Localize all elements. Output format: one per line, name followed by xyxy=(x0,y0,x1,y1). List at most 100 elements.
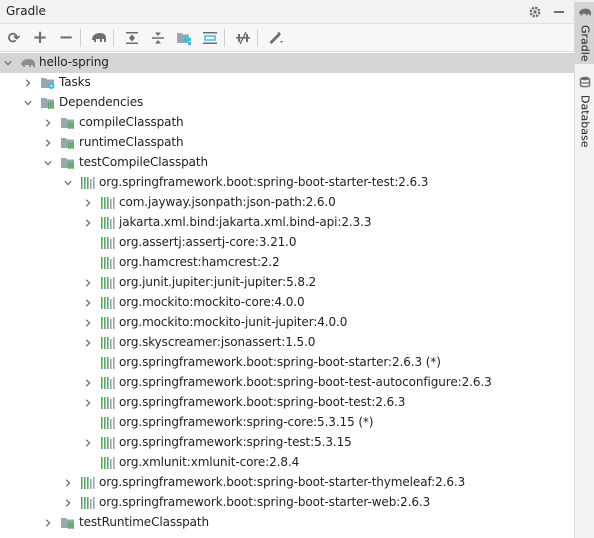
side-tab-gradle[interactable]: Gradle xyxy=(575,2,594,64)
tree-row[interactable]: hello-spring xyxy=(0,53,574,73)
analyze-dependencies-button[interactable] xyxy=(199,27,221,49)
chevron-right-icon[interactable] xyxy=(82,436,94,450)
tree-node-label: org.junit.jupiter:junit-jupiter:5.8.2 xyxy=(119,275,317,289)
configuration-icon xyxy=(60,136,76,150)
library-icon xyxy=(100,336,116,350)
collapse-all-button[interactable] xyxy=(147,27,169,49)
library-icon xyxy=(80,176,96,190)
library-icon xyxy=(100,376,116,390)
tree-row[interactable]: org.xmlunit:xmlunit-core:2.8.4 xyxy=(0,453,574,473)
tree-node-label: org.mockito:mockito-core:4.0.0 xyxy=(119,295,305,309)
chevron-right-icon[interactable] xyxy=(82,276,94,290)
library-icon xyxy=(100,436,116,450)
chevron-right-icon[interactable] xyxy=(82,196,94,210)
tree-row[interactable]: org.junit.jupiter:junit-jupiter:5.8.2 xyxy=(0,273,574,293)
chevron-right-icon[interactable] xyxy=(62,496,74,510)
elephant-icon xyxy=(90,31,108,45)
tree-node-label: org.springframework.boot:spring-boot-sta… xyxy=(99,175,429,189)
tree-node-label: org.hamcrest:hamcrest:2.2 xyxy=(119,255,280,269)
tree-row[interactable]: org.springframework.boot:spring-boot-tes… xyxy=(0,393,574,413)
gradle-tool-window-header: Gradle xyxy=(0,0,574,24)
tree-row[interactable]: Tasks xyxy=(0,73,574,93)
tree-row[interactable]: testCompileClasspath xyxy=(0,153,574,173)
tree-row[interactable]: org.mockito:mockito-junit-jupiter:4.0.0 xyxy=(0,313,574,333)
minus-icon: − xyxy=(58,27,74,48)
tree-node-label: org.xmlunit:xmlunit-core:2.8.4 xyxy=(119,455,300,469)
plus-icon: + xyxy=(32,27,48,48)
tree-row[interactable]: org.springframework.boot:spring-boot-sta… xyxy=(0,493,574,513)
chevron-right-icon[interactable] xyxy=(82,376,94,390)
library-icon xyxy=(100,356,116,370)
chevron-down-icon[interactable] xyxy=(62,176,74,190)
library-icon xyxy=(80,496,96,510)
library-icon xyxy=(100,296,116,310)
tree-row[interactable]: org.mockito:mockito-core:4.0.0 xyxy=(0,293,574,313)
toolbar-separator xyxy=(224,29,225,47)
tree-row[interactable]: org.springframework:spring-core:5.3.15 (… xyxy=(0,413,574,433)
toolbar-separator xyxy=(257,29,258,47)
tree-node-label: org.springframework:spring-test:5.3.15 xyxy=(119,435,352,449)
group-modules-button[interactable] xyxy=(173,27,195,49)
collapse-all-icon xyxy=(151,31,165,45)
dependencies-icon xyxy=(202,31,218,45)
chevron-down-icon[interactable] xyxy=(22,96,34,110)
tree-row[interactable]: org.springframework.boot:spring-boot-tes… xyxy=(0,373,574,393)
toggle-offline-mode-button[interactable] xyxy=(232,27,254,49)
remove-project-button[interactable]: − xyxy=(55,27,77,49)
elephant-icon xyxy=(578,6,592,21)
gradle-project-tree: hello-spring Tasks Dependencies compileClas… xyxy=(0,53,574,538)
tasks-folder-icon xyxy=(40,76,56,90)
tree-row[interactable]: org.springframework.boot:spring-boot-sta… xyxy=(0,473,574,493)
tree-node-label: testRuntimeClasspath xyxy=(79,515,210,529)
tree-row[interactable]: testRuntimeClasspath xyxy=(0,513,574,533)
tree-node-label: org.skyscreamer:jsonassert:1.5.0 xyxy=(119,335,316,349)
tree-row[interactable]: org.skyscreamer:jsonassert:1.5.0 xyxy=(0,333,574,353)
configuration-icon xyxy=(60,516,76,530)
tree-row[interactable]: org.assertj:assertj-core:3.21.0 xyxy=(0,233,574,253)
tree-row[interactable]: org.springframework.boot:spring-boot-sta… xyxy=(0,173,574,193)
chevron-right-icon[interactable] xyxy=(82,396,94,410)
dependencies-folder-icon xyxy=(40,96,56,110)
gear-icon[interactable] xyxy=(525,2,545,22)
chevron-right-icon[interactable] xyxy=(42,136,54,150)
tree-row[interactable]: com.jayway.jsonpath:json-path:2.6.0 xyxy=(0,193,574,213)
group-modules-icon xyxy=(176,31,192,45)
library-icon xyxy=(100,396,116,410)
add-project-button[interactable]: + xyxy=(29,27,51,49)
reload-icon: ⟳ xyxy=(7,28,21,47)
configuration-icon xyxy=(60,116,76,130)
wrench-icon xyxy=(268,31,284,45)
configuration-icon xyxy=(60,156,76,170)
library-icon xyxy=(100,236,116,250)
execute-task-button[interactable] xyxy=(88,27,110,49)
reload-all-projects-button[interactable]: ⟳ xyxy=(3,27,25,49)
chevron-right-icon[interactable] xyxy=(82,336,94,350)
side-tab-database[interactable]: Database xyxy=(575,72,594,152)
tree-node-label: org.springframework.boot:spring-boot-sta… xyxy=(119,355,441,369)
gradle-project-icon xyxy=(20,56,36,70)
chevron-right-icon[interactable] xyxy=(42,116,54,130)
chevron-down-icon[interactable] xyxy=(2,56,14,70)
chevron-right-icon[interactable] xyxy=(42,516,54,530)
chevron-down-icon[interactable] xyxy=(42,156,54,170)
tree-row[interactable]: Dependencies xyxy=(0,93,574,113)
build-settings-button[interactable] xyxy=(265,27,287,49)
hide-icon[interactable] xyxy=(549,2,569,22)
tree-row[interactable]: org.hamcrest:hamcrest:2.2 xyxy=(0,253,574,273)
tree-row[interactable]: jakarta.xml.bind:jakarta.xml.bind-api:2.… xyxy=(0,213,574,233)
tree-row[interactable]: org.springframework:spring-test:5.3.15 xyxy=(0,433,574,453)
expand-all-icon xyxy=(125,31,139,45)
tree-row[interactable]: runtimeClasspath xyxy=(0,133,574,153)
chevron-right-icon[interactable] xyxy=(22,76,34,90)
chevron-right-icon[interactable] xyxy=(82,316,94,330)
toolbar-separator xyxy=(113,29,114,47)
right-tool-strip: Gradle Database xyxy=(574,0,594,538)
chevron-right-icon[interactable] xyxy=(82,216,94,230)
library-icon xyxy=(100,316,116,330)
tree-row[interactable]: org.springframework.boot:spring-boot-sta… xyxy=(0,353,574,373)
tree-node-label: org.assertj:assertj-core:3.21.0 xyxy=(119,235,297,249)
expand-all-button[interactable] xyxy=(121,27,143,49)
tree-row[interactable]: compileClasspath xyxy=(0,113,574,133)
chevron-right-icon[interactable] xyxy=(82,296,94,310)
chevron-right-icon[interactable] xyxy=(62,476,74,490)
